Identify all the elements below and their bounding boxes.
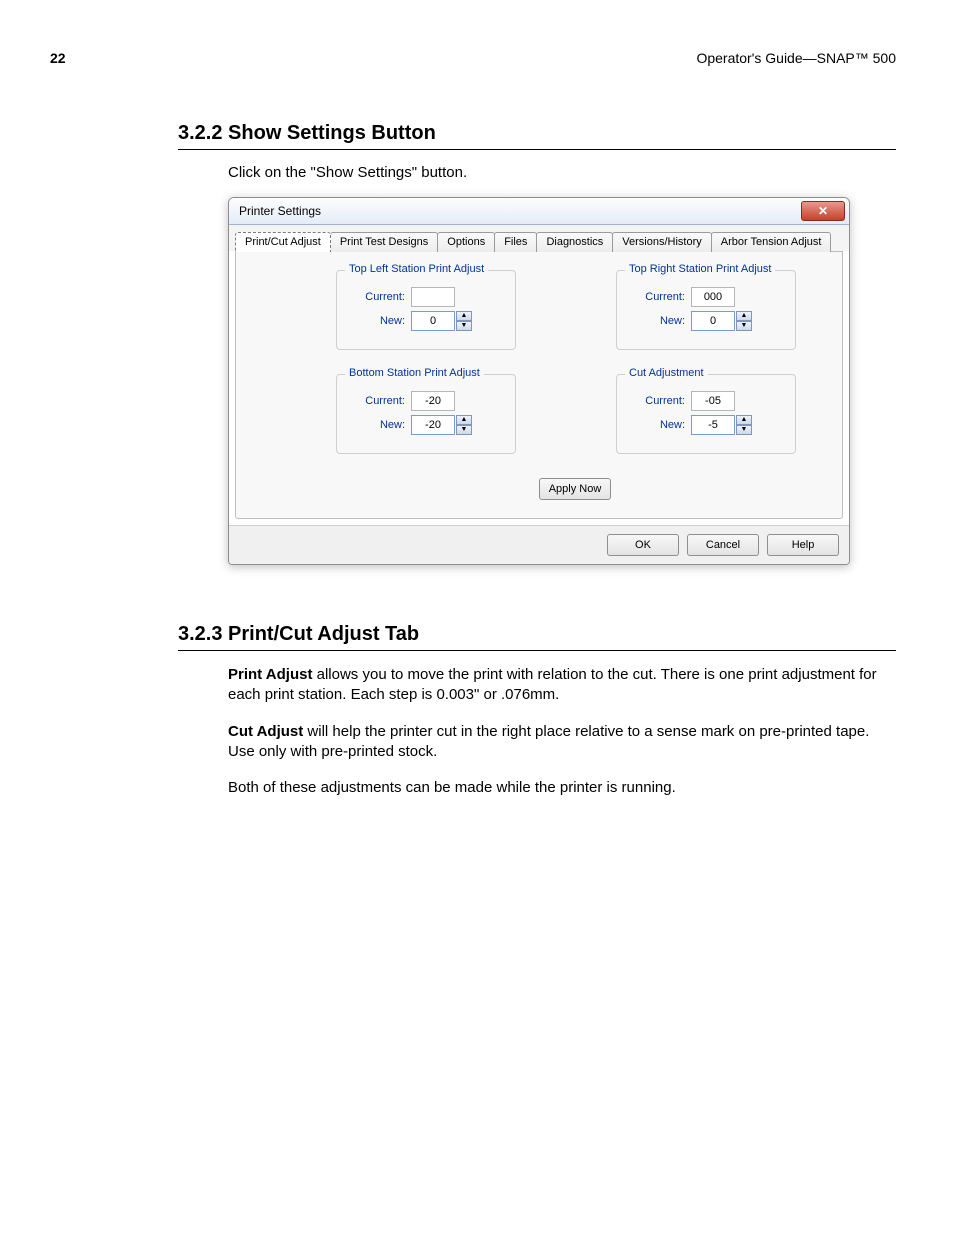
close-icon: ✕ <box>818 205 828 217</box>
body-para-3: Both of these adjustments can be made wh… <box>228 778 896 798</box>
spin-buttons[interactable]: ▲▼ <box>456 311 472 331</box>
term-cut-adjust: Cut Adjust <box>228 723 303 740</box>
section-rule <box>178 650 896 651</box>
para-1-rest: allows you to move the print with relati… <box>228 666 877 703</box>
dialog-title: Printer Settings <box>239 204 321 218</box>
help-button[interactable]: Help <box>767 534 839 556</box>
group-legend: Bottom Station Print Adjust <box>345 367 484 379</box>
label-new: New: <box>629 419 685 431</box>
new-value-input[interactable]: 0 <box>691 311 735 331</box>
section-rule <box>178 149 896 150</box>
chevron-down-icon[interactable]: ▼ <box>456 321 472 331</box>
new-value-input[interactable]: -20 <box>411 415 455 435</box>
current-value: -20 <box>411 391 455 411</box>
tab-strip: Print/Cut Adjust Print Test Designs Opti… <box>229 225 849 251</box>
spin-buttons[interactable]: ▲▼ <box>736 311 752 331</box>
tab-panel: Top Left Station Print Adjust Current: N… <box>235 251 843 519</box>
label-new: New: <box>629 315 685 327</box>
tab-versions-history[interactable]: Versions/History <box>612 232 711 252</box>
tab-print-cut-adjust[interactable]: Print/Cut Adjust <box>235 232 331 252</box>
current-value <box>411 287 455 307</box>
spin-buttons[interactable]: ▲▼ <box>456 415 472 435</box>
tab-options[interactable]: Options <box>437 232 495 252</box>
label-new: New: <box>349 315 405 327</box>
body-para-2: Cut Adjust will help the printer cut in … <box>228 722 896 763</box>
close-button[interactable]: ✕ <box>801 201 845 221</box>
printer-settings-dialog: Printer Settings ✕ Print/Cut Adjust Prin… <box>228 197 850 565</box>
label-new: New: <box>349 419 405 431</box>
chevron-up-icon[interactable]: ▲ <box>456 415 472 425</box>
group-legend: Cut Adjustment <box>625 367 708 379</box>
ok-button[interactable]: OK <box>607 534 679 556</box>
dialog-button-row: OK Cancel Help <box>229 525 849 564</box>
chevron-up-icon[interactable]: ▲ <box>736 415 752 425</box>
section-title-show-settings: 3.2.2 Show Settings Button <box>178 122 896 145</box>
chevron-up-icon[interactable]: ▲ <box>736 311 752 321</box>
chevron-down-icon[interactable]: ▼ <box>736 321 752 331</box>
term-print-adjust: Print Adjust <box>228 666 312 683</box>
group-cut-adjustment: Cut Adjustment Current: -05 New: -5 ▲▼ <box>616 374 796 454</box>
tab-files[interactable]: Files <box>494 232 537 252</box>
new-value-input[interactable]: -5 <box>691 415 735 435</box>
spin-buttons[interactable]: ▲▼ <box>736 415 752 435</box>
section-intro: Click on the "Show Settings" button. <box>228 164 896 181</box>
label-current: Current: <box>629 395 685 407</box>
page-number: 22 <box>50 50 66 66</box>
chevron-up-icon[interactable]: ▲ <box>456 311 472 321</box>
group-legend: Top Left Station Print Adjust <box>345 263 488 275</box>
cancel-button[interactable]: Cancel <box>687 534 759 556</box>
label-current: Current: <box>349 395 405 407</box>
current-value: 000 <box>691 287 735 307</box>
apply-now-button[interactable]: Apply Now <box>539 478 611 500</box>
chevron-down-icon[interactable]: ▼ <box>736 425 752 435</box>
group-top-right: Top Right Station Print Adjust Current: … <box>616 270 796 350</box>
chevron-down-icon[interactable]: ▼ <box>456 425 472 435</box>
body-para-1: Print Adjust allows you to move the prin… <box>228 665 896 706</box>
group-bottom: Bottom Station Print Adjust Current: -20… <box>336 374 516 454</box>
dialog-titlebar[interactable]: Printer Settings ✕ <box>229 198 849 225</box>
para-2-rest: will help the printer cut in the right p… <box>228 723 869 760</box>
header-right: Operator's Guide—SNAP™ 500 <box>696 50 896 66</box>
group-legend: Top Right Station Print Adjust <box>625 263 775 275</box>
current-value: -05 <box>691 391 735 411</box>
group-top-left: Top Left Station Print Adjust Current: N… <box>336 270 516 350</box>
new-value-input[interactable]: 0 <box>411 311 455 331</box>
label-current: Current: <box>629 291 685 303</box>
label-current: Current: <box>349 291 405 303</box>
tab-arbor-tension-adjust[interactable]: Arbor Tension Adjust <box>711 232 832 252</box>
tab-diagnostics[interactable]: Diagnostics <box>536 232 613 252</box>
tab-print-test-designs[interactable]: Print Test Designs <box>330 232 438 252</box>
section-title-print-cut-adjust: 3.2.3 Print/Cut Adjust Tab <box>178 623 896 646</box>
